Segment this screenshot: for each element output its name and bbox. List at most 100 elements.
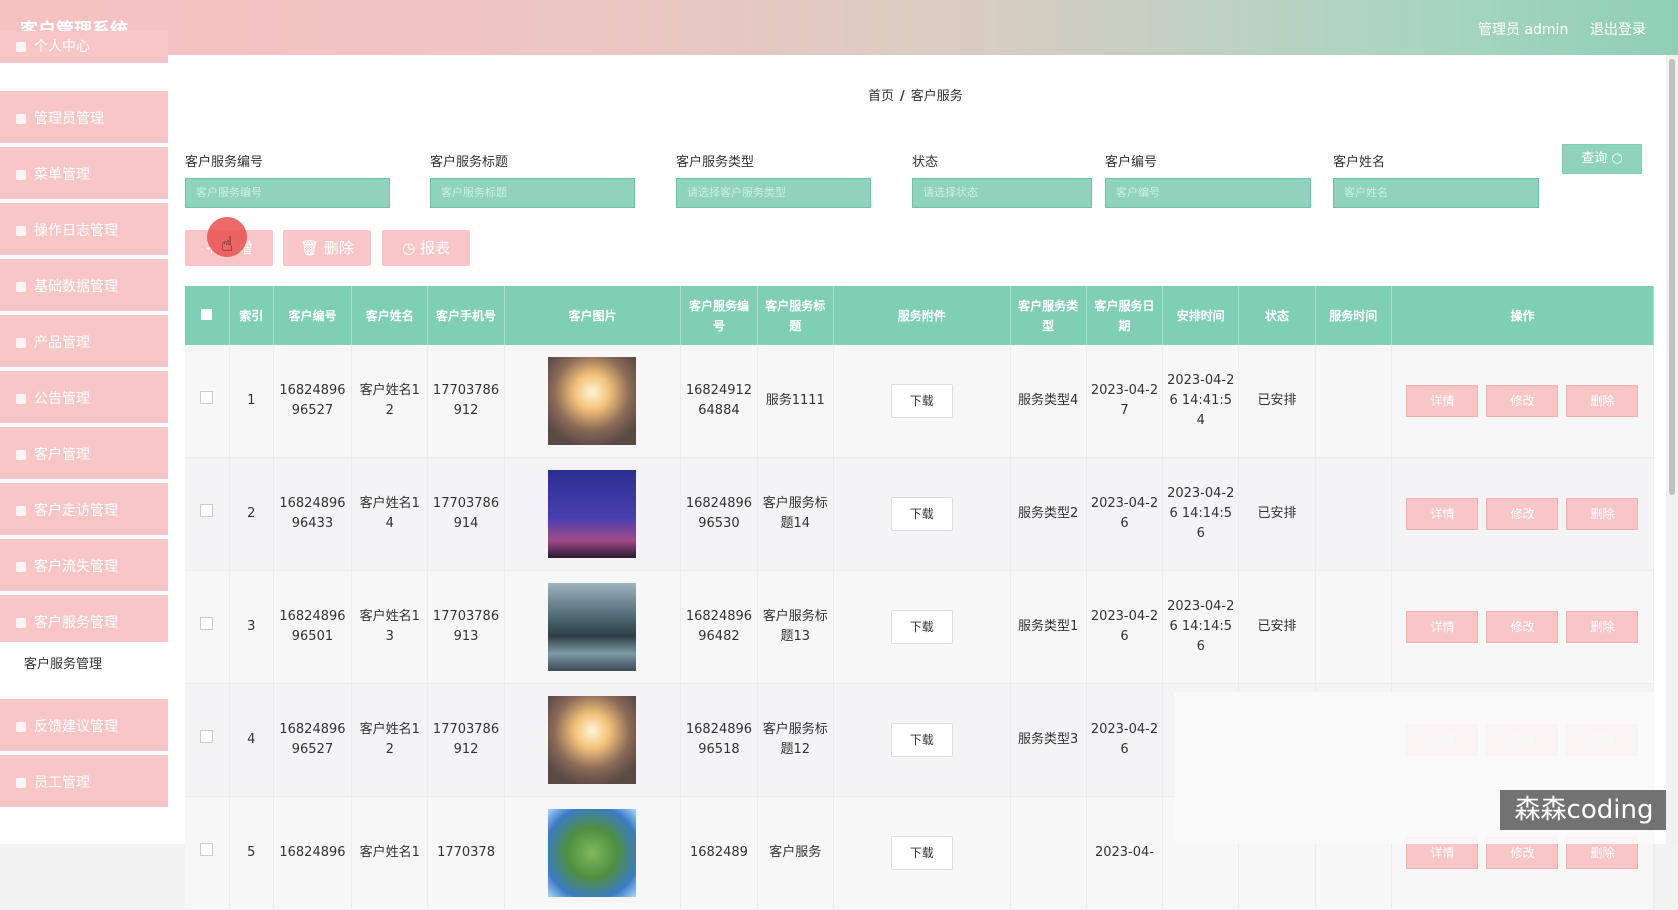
- cell-phone: 17703786912: [427, 683, 505, 797]
- operations-cell: 详情修改删除: [1391, 345, 1655, 458]
- watermark: 森森coding: [1500, 790, 1668, 830]
- detail-button[interactable]: 详情: [1406, 611, 1479, 643]
- cell-phone: 1770378: [427, 796, 505, 910]
- filter-input[interactable]: 请选择客户服务类型: [676, 178, 871, 208]
- cell-svc_no: 1682489696518: [680, 683, 758, 797]
- row-delete-button[interactable]: 删除: [1566, 611, 1639, 643]
- edit-button[interactable]: 修改: [1486, 611, 1559, 643]
- attachment-cell: 下载: [833, 457, 1011, 571]
- sidebar-item[interactable]: 个人中心: [0, 31, 168, 67]
- scrollbar-thumb[interactable]: [1669, 59, 1675, 495]
- sidebar-item-label: 产品管理: [34, 335, 90, 351]
- sidebar-item[interactable]: 操作日志管理: [0, 203, 168, 259]
- row-checkbox[interactable]: [200, 504, 214, 517]
- table-row: 2 1682489696433 客户姓名14 17703786914 168248969…: [185, 457, 1655, 571]
- customer-photo: [548, 470, 637, 558]
- filter-label: 客户服务编号: [185, 155, 264, 170]
- row-select-cell: [185, 570, 230, 684]
- cell-svc_no: 1682489: [680, 796, 758, 910]
- row-checkbox[interactable]: [200, 843, 214, 856]
- row-checkbox[interactable]: [200, 730, 214, 743]
- row-checkbox[interactable]: [200, 391, 214, 404]
- sidebar-item[interactable]: 公告管理: [0, 371, 168, 427]
- customer-photo: [548, 809, 637, 897]
- download-button[interactable]: 下载: [890, 497, 953, 531]
- sidebar-item[interactable]: 客户流失管理: [0, 539, 168, 595]
- cell-cust_no: 1682489696527: [273, 683, 353, 797]
- row-delete-button[interactable]: 删除: [1566, 385, 1639, 417]
- cell-phone: 17703786912: [427, 345, 505, 458]
- breadcrumb-home[interactable]: 首页: [868, 89, 894, 104]
- menu-icon: [16, 618, 26, 628]
- breadcrumb-current: 客户服务: [910, 89, 963, 104]
- select-all-header[interactable]: [185, 286, 230, 345]
- column-header: 客户服务编号: [680, 286, 758, 345]
- sidebar-item[interactable]: 基础数据管理: [0, 259, 168, 315]
- cell-arranged: 2023-04-26 14:14:56: [1162, 457, 1240, 571]
- cell-name: 客户姓名14: [351, 457, 429, 571]
- logout-link[interactable]: 退出登录: [1590, 19, 1646, 39]
- sidebar-item-label: 管理员管理: [34, 111, 104, 127]
- sidebar-item-label: 员工管理: [34, 775, 90, 791]
- download-button[interactable]: 下载: [890, 610, 953, 644]
- row-delete-button[interactable]: 删除: [1566, 498, 1639, 530]
- edit-button[interactable]: 修改: [1486, 385, 1559, 417]
- download-button[interactable]: 下载: [890, 723, 953, 757]
- cell-idx: 3: [229, 570, 274, 684]
- column-header: 索引: [229, 286, 274, 345]
- batch-delete-button[interactable]: 🗑 删除: [283, 230, 371, 266]
- row-checkbox[interactable]: [200, 617, 214, 630]
- column-header: 服务附件: [833, 286, 1011, 345]
- edit-button[interactable]: 修改: [1486, 498, 1559, 530]
- cell-svc_no: 1682491264884: [680, 345, 758, 458]
- cell-svc_title: 客户服务: [757, 796, 834, 910]
- attachment-cell: 下载: [833, 570, 1011, 684]
- cell-type: 服务类型1: [1010, 570, 1087, 684]
- attachment-cell: 下载: [833, 345, 1011, 458]
- scrollbar[interactable]: [1666, 55, 1678, 844]
- sidebar-item[interactable]: 产品管理: [0, 315, 168, 371]
- cell-name: 客户姓名12: [351, 345, 429, 458]
- sidebar-item[interactable]: 反馈建议管理: [0, 699, 168, 755]
- cell-date: 2023-04-26: [1086, 683, 1164, 797]
- sidebar-item-label: 客户走访管理: [34, 503, 118, 519]
- search-icon: ○: [1611, 151, 1623, 166]
- menu-icon: [16, 226, 26, 236]
- menu-icon: [16, 338, 26, 348]
- sidebar-item[interactable]: 员工管理: [0, 755, 168, 811]
- download-button[interactable]: 下载: [890, 836, 953, 870]
- sidebar-item[interactable]: 客户管理: [0, 427, 168, 483]
- sidebar-item[interactable]: 管理员管理: [0, 91, 168, 147]
- filter-input[interactable]: 请选择状态: [912, 178, 1092, 208]
- sidebar-item[interactable]: 菜单管理: [0, 147, 168, 203]
- detail-button[interactable]: 详情: [1406, 385, 1479, 417]
- sidebar-subitem-active[interactable]: 客户服务管理: [0, 642, 168, 688]
- detail-button[interactable]: 详情: [1406, 498, 1479, 530]
- column-header: 安排时间: [1162, 286, 1240, 345]
- filter-input[interactable]: 客户服务标题: [430, 178, 635, 208]
- cell-svc_title: 客户服务标题13: [757, 570, 834, 684]
- cell-svc_title: 客户服务标题14: [757, 457, 834, 571]
- sidebar-item[interactable]: 客户走访管理: [0, 483, 168, 539]
- sidebar-item-label: 客户流失管理: [34, 559, 118, 575]
- report-button[interactable]: ◷ 报表: [382, 230, 470, 266]
- select-all-checkbox[interactable]: [201, 308, 213, 320]
- top-header: 客户管理系统 管理员 admin 退出登录: [0, 0, 1678, 55]
- cell-svc_title: 服务1111: [757, 345, 834, 458]
- table-header: 索引 客户编号 客户姓名 客户手机号 客户图片 客户服务编号 客户服务标题 服务附件 客户服务类…: [185, 286, 1655, 345]
- sidebar-item-label: 菜单管理: [34, 167, 90, 183]
- column-header: 客户服务类型: [1010, 286, 1087, 345]
- cell-svc_title: 客户服务标题12: [757, 683, 834, 797]
- download-button[interactable]: 下载: [890, 384, 953, 418]
- sidebar-item-label: 客户管理: [34, 447, 90, 463]
- filter-input[interactable]: 客户姓名: [1333, 178, 1539, 208]
- cell-arranged: 2023-04-26 14:41:54: [1162, 345, 1240, 458]
- filter-input[interactable]: 客户编号: [1105, 178, 1311, 208]
- admin-label: 管理员 admin: [1478, 22, 1569, 38]
- cell-arranged: 2023-04-26 14:14:56: [1162, 570, 1240, 684]
- filter-input[interactable]: 客户服务编号: [185, 178, 390, 208]
- query-button[interactable]: 查询 ○: [1562, 144, 1642, 174]
- table-row: 1 1682489696527 客户姓名12 17703786912 168249126…: [185, 345, 1655, 458]
- cell-date: 2023-04-27: [1086, 345, 1164, 458]
- filter-label: 状态: [912, 155, 939, 170]
